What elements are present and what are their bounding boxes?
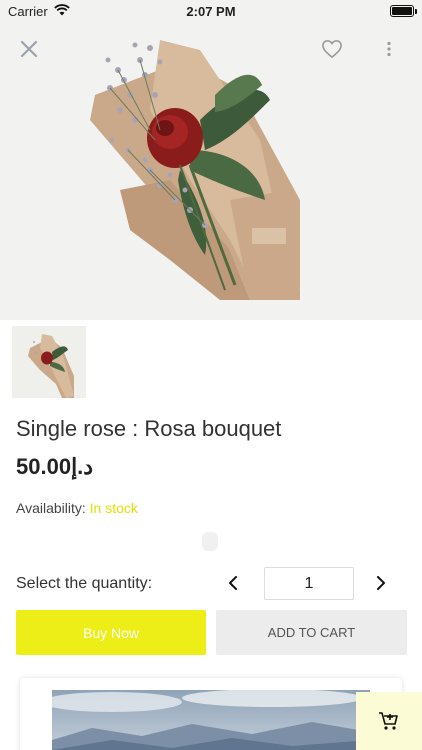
landscape-image: [52, 690, 370, 750]
page-indicator: [202, 532, 218, 551]
quantity-label: Select the quantity:: [16, 575, 153, 592]
bouquet-illustration: [0, 0, 422, 320]
chevron-right-icon: [377, 576, 385, 590]
related-product-image: [52, 690, 370, 750]
quantity-decrease-button[interactable]: [222, 571, 244, 595]
wifi-icon: [53, 3, 70, 19]
product-title: Single rose : Rosa bouquet: [16, 416, 282, 441]
add-to-cart-icon: [379, 712, 398, 730]
buy-now-button[interactable]: Buy Now: [16, 610, 206, 655]
carrier-label: Carrier: [8, 3, 48, 19]
more-vertical-icon: [387, 41, 391, 57]
product-price: 50.00د.إ: [16, 454, 94, 479]
product-thumbnail[interactable]: [12, 326, 86, 398]
product-hero-image: [0, 0, 422, 320]
availability-label: Availability:: [16, 500, 86, 516]
related-product-card[interactable]: [20, 678, 402, 750]
status-carrier-group: Carrier: [8, 4, 70, 19]
close-icon: [20, 40, 38, 58]
add-to-cart-button[interactable]: ADD TO CART: [216, 610, 407, 655]
status-bar: Carrier 2:07 PM: [0, 0, 422, 22]
quantity-increase-button[interactable]: [370, 571, 392, 595]
availability-row: Availability: In stock: [16, 500, 138, 516]
battery-icon: [390, 5, 417, 17]
more-options-button[interactable]: [373, 33, 405, 65]
close-button[interactable]: [13, 33, 45, 65]
quantity-input[interactable]: 1: [264, 567, 354, 600]
thumbnail-image: [12, 326, 86, 398]
chevron-left-icon: [229, 576, 237, 590]
floating-cart-button[interactable]: [356, 692, 422, 750]
heart-outline-icon: [322, 39, 342, 59]
favorite-button[interactable]: [316, 33, 348, 65]
availability-status: In stock: [89, 500, 138, 516]
